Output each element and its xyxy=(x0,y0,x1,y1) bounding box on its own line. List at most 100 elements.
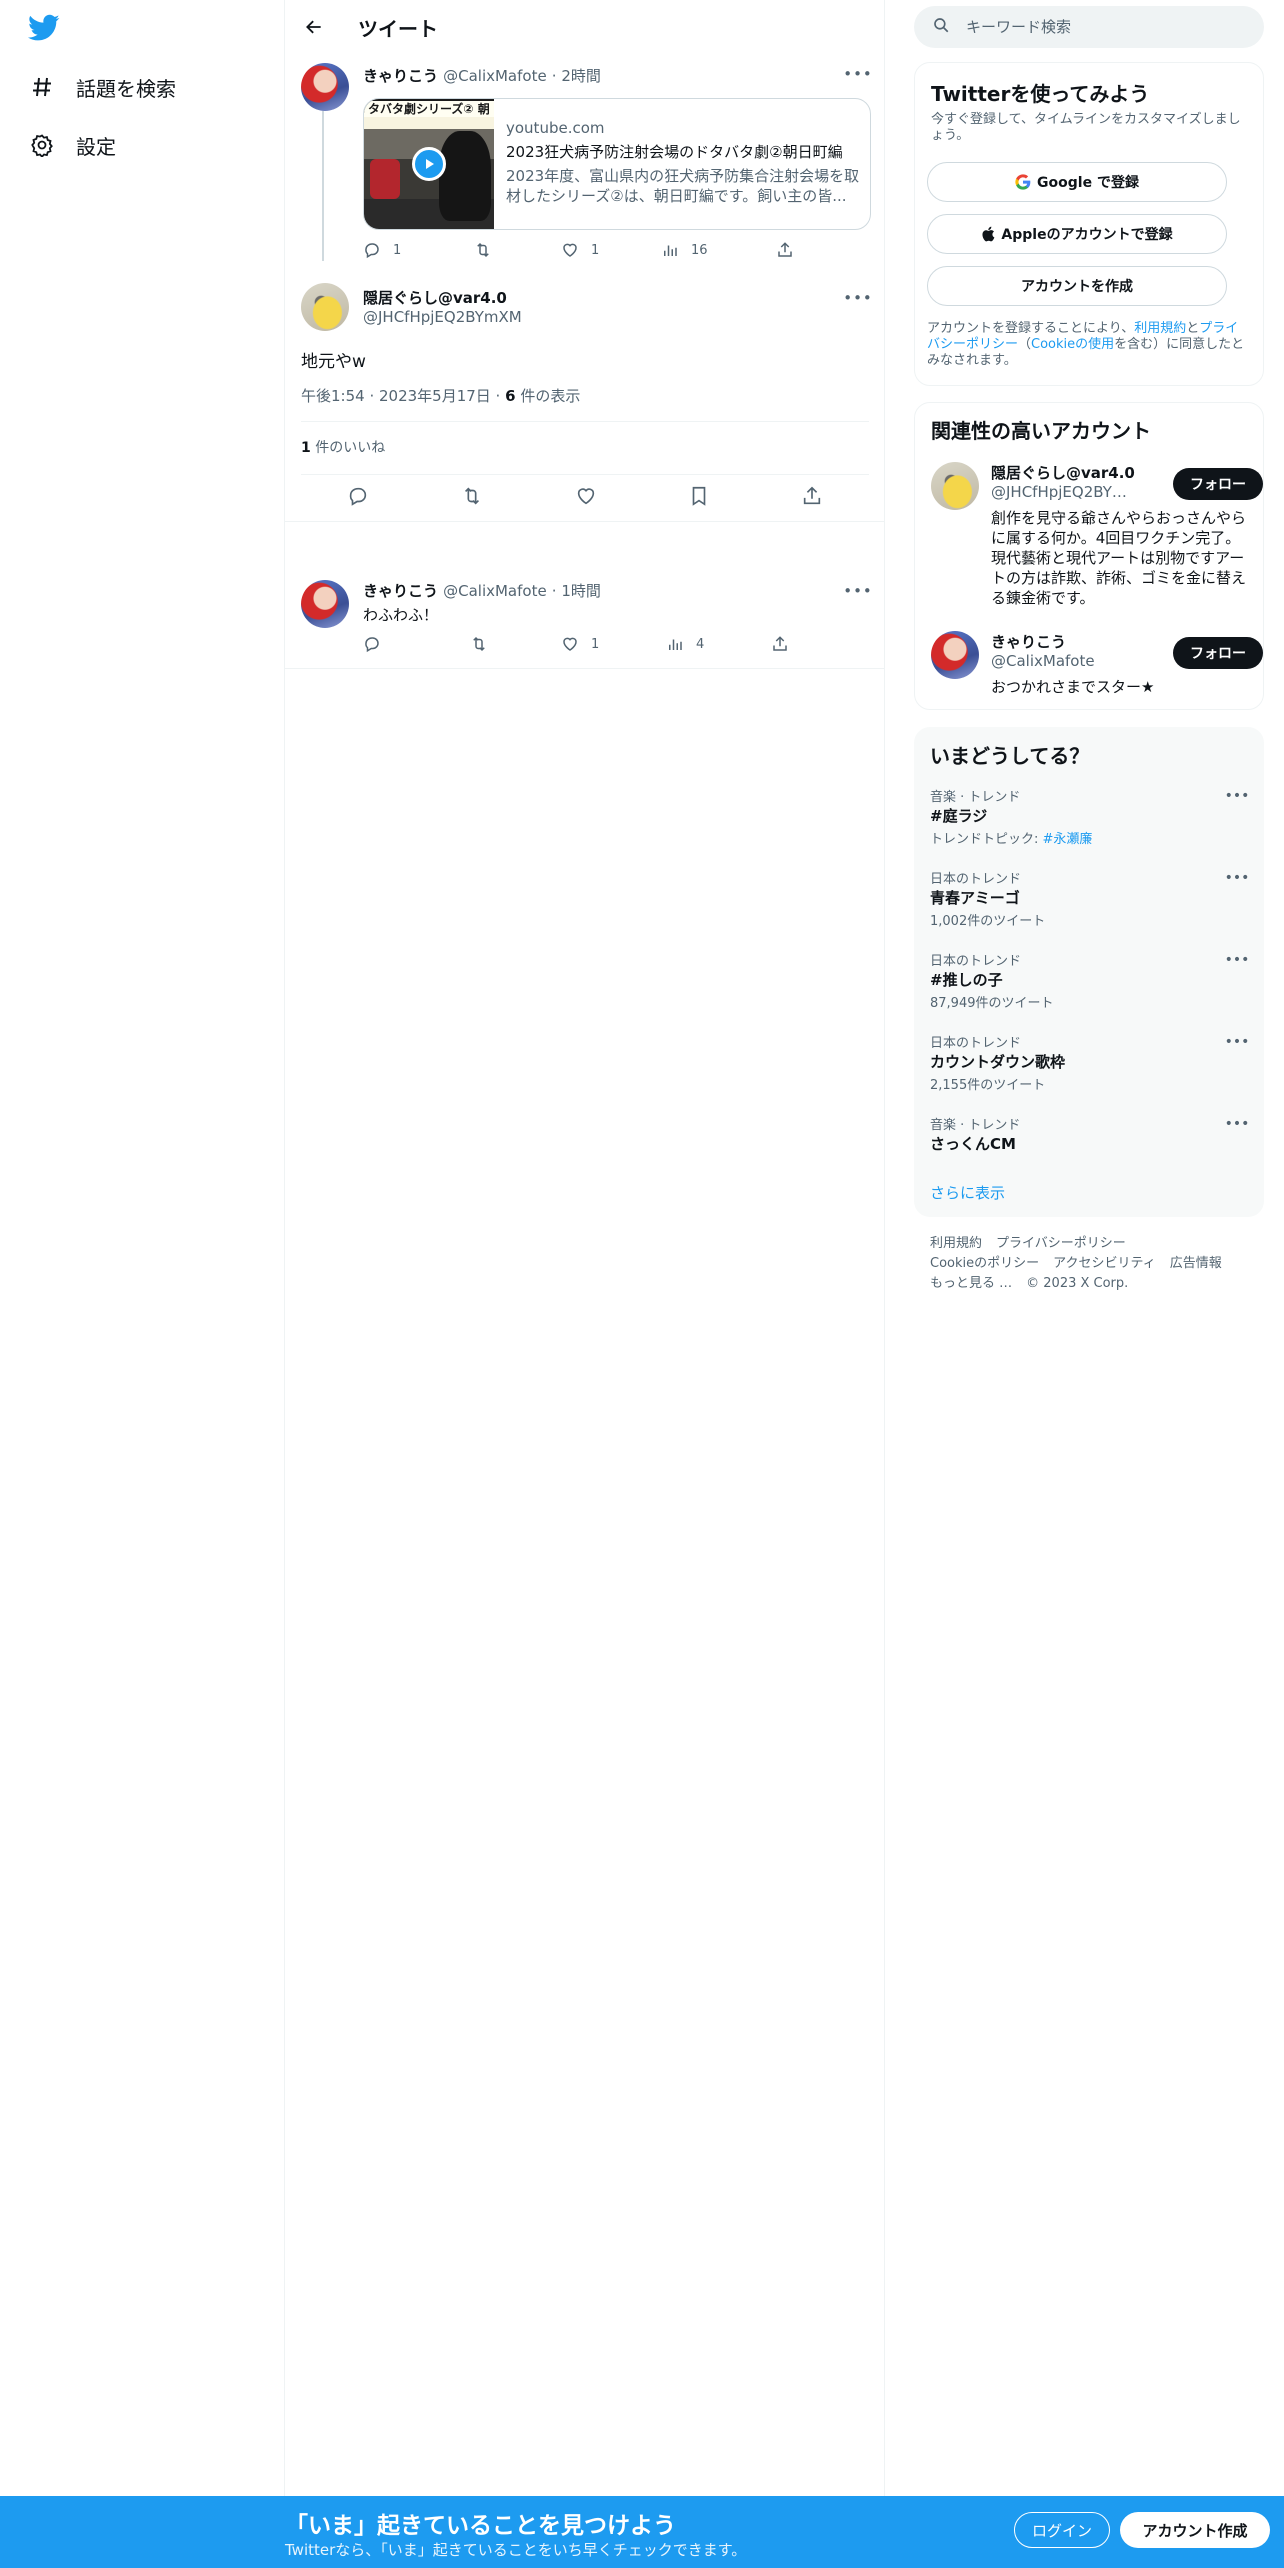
heart-icon xyxy=(563,243,577,257)
avatar[interactable] xyxy=(301,63,349,111)
reply-button[interactable] xyxy=(347,485,369,507)
likes-summary[interactable]: 1 件のいいね xyxy=(301,437,385,457)
show-more-link[interactable]: さらに表示 xyxy=(930,1182,1005,1203)
reply-icon xyxy=(365,637,379,653)
account-recommendation[interactable]: きゃりこう @CalixMafote フォロー おつかれさまでスター★ xyxy=(931,631,1263,697)
footer-link[interactable]: 利用規約 xyxy=(930,1236,982,1251)
reply-icon xyxy=(349,487,366,506)
footer-more-link[interactable]: もっと見る … xyxy=(930,1276,1012,1291)
search-input[interactable] xyxy=(966,18,1236,36)
reply-button[interactable]: 1 xyxy=(363,241,473,259)
avatar[interactable] xyxy=(931,631,979,679)
play-icon[interactable] xyxy=(412,147,446,181)
login-button[interactable]: ログイン xyxy=(1014,2512,1110,2548)
twitter-logo-icon[interactable] xyxy=(28,14,62,44)
share-button[interactable] xyxy=(776,241,794,259)
like-button[interactable]: 1 xyxy=(561,635,666,653)
heart-icon xyxy=(563,637,577,651)
follow-button[interactable]: フォロー xyxy=(1173,637,1263,669)
trend-topic-link[interactable]: #永瀬廉 xyxy=(1043,832,1093,847)
signup-button[interactable]: アカウント作成 xyxy=(1120,2512,1270,2548)
trend-item[interactable]: 音楽 · トレンド さっくんCM ••• xyxy=(930,1114,1250,1190)
gear-icon xyxy=(28,131,56,159)
retweet-button[interactable] xyxy=(469,635,561,653)
trend-item[interactable]: 音楽 · トレンド #庭ラジ トレンドトピック: #永瀬廉 ••• xyxy=(930,786,1250,862)
tweet-author-name[interactable]: 隠居ぐらし@var4.0 xyxy=(363,287,507,308)
account-handle[interactable]: @JHCfHpjEQ2BYmXM xyxy=(991,483,1141,501)
nav-explore[interactable]: 話題を検索 xyxy=(28,67,176,107)
footer-link[interactable]: プライバシーポリシー xyxy=(996,1236,1126,1251)
reply-button[interactable] xyxy=(363,635,469,653)
divider xyxy=(301,474,869,475)
more-options-icon[interactable]: ••• xyxy=(1224,950,1250,970)
link-card[interactable]: タバタ劇シリーズ② 朝 youtube.com 2023狂犬病予防注射会場のドタ… xyxy=(363,98,871,230)
nav-settings[interactable]: 設定 xyxy=(28,125,116,165)
tweet-author-handle[interactable]: @CalixMafote xyxy=(443,67,547,85)
tweet-author-name[interactable]: きゃりこう xyxy=(363,67,438,85)
search-bar[interactable] xyxy=(914,6,1264,48)
footer-link[interactable]: Cookieのポリシー xyxy=(930,1256,1039,1271)
avatar[interactable] xyxy=(301,580,349,628)
reply-count: 1 xyxy=(393,242,402,258)
reply-tweet[interactable]: きゃりこう @CalixMafote · 1時間 ••• わふわふ！ 1 4 xyxy=(285,568,885,668)
avatar[interactable] xyxy=(301,283,349,331)
retweet-button[interactable] xyxy=(473,241,561,259)
bookmark-button[interactable] xyxy=(688,485,710,507)
google-icon xyxy=(1015,174,1031,190)
footer-link[interactable]: アクセシビリティ xyxy=(1053,1256,1156,1271)
create-account-button[interactable]: アカウントを作成 xyxy=(927,266,1227,306)
more-options-icon[interactable]: ••• xyxy=(843,287,873,309)
trends-panel: いまどうしてる？ 音楽 · トレンド #庭ラジ トレンドトピック: #永瀬廉 •… xyxy=(914,727,1264,1217)
google-signup-button[interactable]: Google で登録 xyxy=(927,162,1227,202)
tweet-time[interactable]: · 1時間 xyxy=(552,582,601,600)
apple-signup-button[interactable]: Appleのアカウントで登録 xyxy=(927,214,1227,254)
more-options-icon[interactable]: ••• xyxy=(1224,868,1250,888)
tweet-author-handle[interactable]: @JHCfHpjEQ2BYmXM xyxy=(363,308,522,326)
views-chart-icon xyxy=(664,245,677,256)
account-handle[interactable]: @CalixMafote xyxy=(991,652,1141,670)
retweet-button[interactable] xyxy=(460,485,484,507)
avatar[interactable] xyxy=(931,462,979,510)
tweet-author-name[interactable]: きゃりこう xyxy=(363,582,438,600)
terms-link[interactable]: 利用規約 xyxy=(1134,321,1186,336)
account-name[interactable]: きゃりこう xyxy=(991,631,1066,652)
views-button[interactable]: 16 xyxy=(661,241,776,259)
legal-and: と xyxy=(1186,321,1200,336)
account-recommendation[interactable]: 隠居ぐらし@var4.0 @JHCfHpjEQ2BYmXM フォロー 創作を見守… xyxy=(931,462,1263,612)
tweet-author-handle[interactable]: @CalixMafote xyxy=(443,582,547,600)
footer-link[interactable]: 広告情報 xyxy=(1170,1256,1222,1271)
share-button[interactable] xyxy=(771,635,789,653)
more-options-icon[interactable]: ••• xyxy=(1224,1032,1250,1052)
legal-notice: アカウントを登録することにより、利用規約とプライバシーポリシー（Cookieの使… xyxy=(927,321,1247,369)
divider xyxy=(285,521,885,522)
more-options-icon[interactable]: ••• xyxy=(1224,1114,1250,1134)
back-arrow-icon[interactable] xyxy=(297,10,331,44)
trend-subtitle: トレンドトピック: #永瀬廉 xyxy=(930,828,1092,847)
nav-settings-label: 設定 xyxy=(76,134,116,159)
tweet-datetime[interactable]: 午後1:54 · 2023年5月17日 · xyxy=(301,387,505,405)
follow-button[interactable]: フォロー xyxy=(1173,468,1263,500)
more-options-icon[interactable]: ••• xyxy=(843,580,873,602)
copyright: © 2023 X Corp. xyxy=(1026,1276,1129,1291)
like-button[interactable]: 1 xyxy=(561,241,661,259)
view-count: 4 xyxy=(696,636,705,652)
more-options-icon[interactable]: ••• xyxy=(1224,786,1250,806)
retweet-icon xyxy=(473,636,485,652)
trend-context: 音楽 · トレンド xyxy=(930,1118,1021,1133)
divider xyxy=(301,421,869,422)
trend-item[interactable]: 日本のトレンド カウントダウン歌枠 2,155件のツイート ••• xyxy=(930,1032,1250,1108)
trend-name: 青春アミーゴ xyxy=(930,889,1020,907)
like-button[interactable] xyxy=(575,485,597,507)
share-button[interactable] xyxy=(801,485,823,507)
tweet-time[interactable]: · 2時間 xyxy=(552,67,601,85)
cookie-link[interactable]: Cookieの使用 xyxy=(1031,337,1114,352)
trend-item[interactable]: 日本のトレンド 青春アミーゴ 1,002件のツイート ••• xyxy=(930,868,1250,944)
card-description: 2023年度、富山県内の狂犬病予防集合注射会場を取材したシリーズ②は、朝日町編で… xyxy=(506,167,860,205)
views-button[interactable]: 4 xyxy=(666,635,771,653)
account-name[interactable]: 隠居ぐらし@var4.0 xyxy=(991,462,1135,483)
parent-tweet[interactable]: きゃりこう @CalixMafote · 2時間 ••• タバタ劇シリーズ② 朝… xyxy=(285,53,885,273)
more-options-icon[interactable]: ••• xyxy=(843,63,873,85)
banner-title: 「いま」起きていることを見つけよう xyxy=(285,2513,676,2539)
card-title: 2023狂犬病予防注射会場のドタバタ劇②朝日町編 xyxy=(506,143,843,161)
trend-item[interactable]: 日本のトレンド #推しの子 87,949件のツイート ••• xyxy=(930,950,1250,1026)
